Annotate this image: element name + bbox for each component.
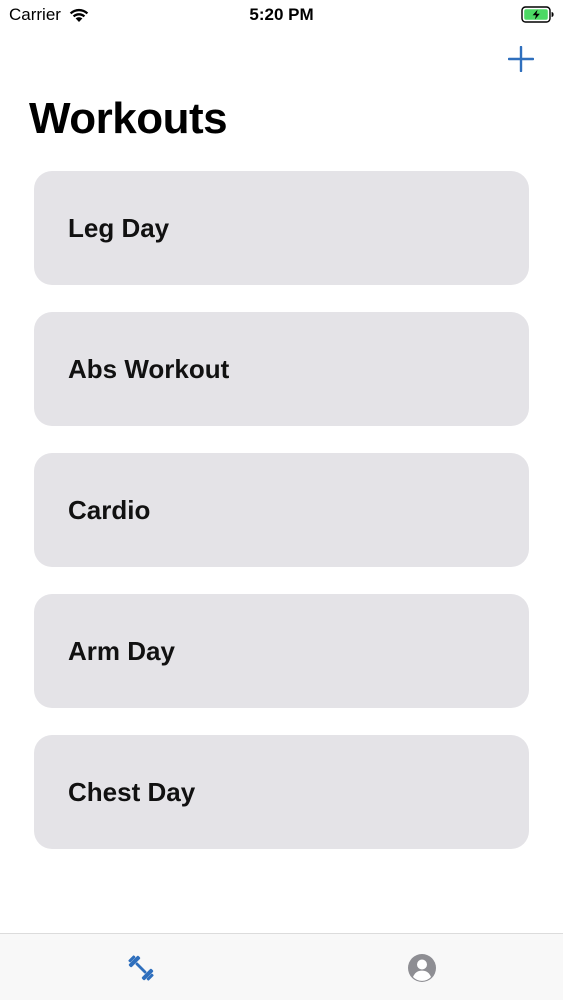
- page-title: Workouts: [29, 94, 228, 143]
- workout-card-abs-workout[interactable]: Abs Workout: [34, 312, 529, 426]
- workout-card-cardio[interactable]: Cardio: [34, 453, 529, 567]
- workout-card-leg-day[interactable]: Leg Day: [34, 171, 529, 285]
- battery-charging-icon: [521, 6, 554, 23]
- workout-name: Abs Workout: [68, 353, 230, 384]
- tab-bar: [0, 933, 563, 1000]
- workout-name: Arm Day: [68, 635, 175, 666]
- workout-name: Leg Day: [68, 212, 170, 243]
- clock-time: 5:20 PM: [249, 5, 314, 24]
- plus-icon: [508, 46, 534, 72]
- workout-list: Leg Day Abs Workout Cardio Arm Day Chest…: [34, 171, 529, 876]
- person-circle-icon: [408, 954, 436, 982]
- status-bar: Carrier 5:20 PM: [0, 0, 563, 30]
- workout-name: Cardio: [68, 494, 151, 525]
- workout-card-chest-day[interactable]: Chest Day: [34, 735, 529, 849]
- add-workout-button[interactable]: [502, 40, 540, 78]
- tab-workouts[interactable]: [123, 950, 159, 986]
- tab-profile[interactable]: [404, 950, 440, 986]
- workouts-screen: Carrier 5:20 PM Workouts Leg Day Abs Wor…: [0, 0, 563, 1000]
- dumbbell-icon: [128, 955, 154, 981]
- workout-name: Chest Day: [68, 776, 196, 807]
- workout-card-arm-day[interactable]: Arm Day: [34, 594, 529, 708]
